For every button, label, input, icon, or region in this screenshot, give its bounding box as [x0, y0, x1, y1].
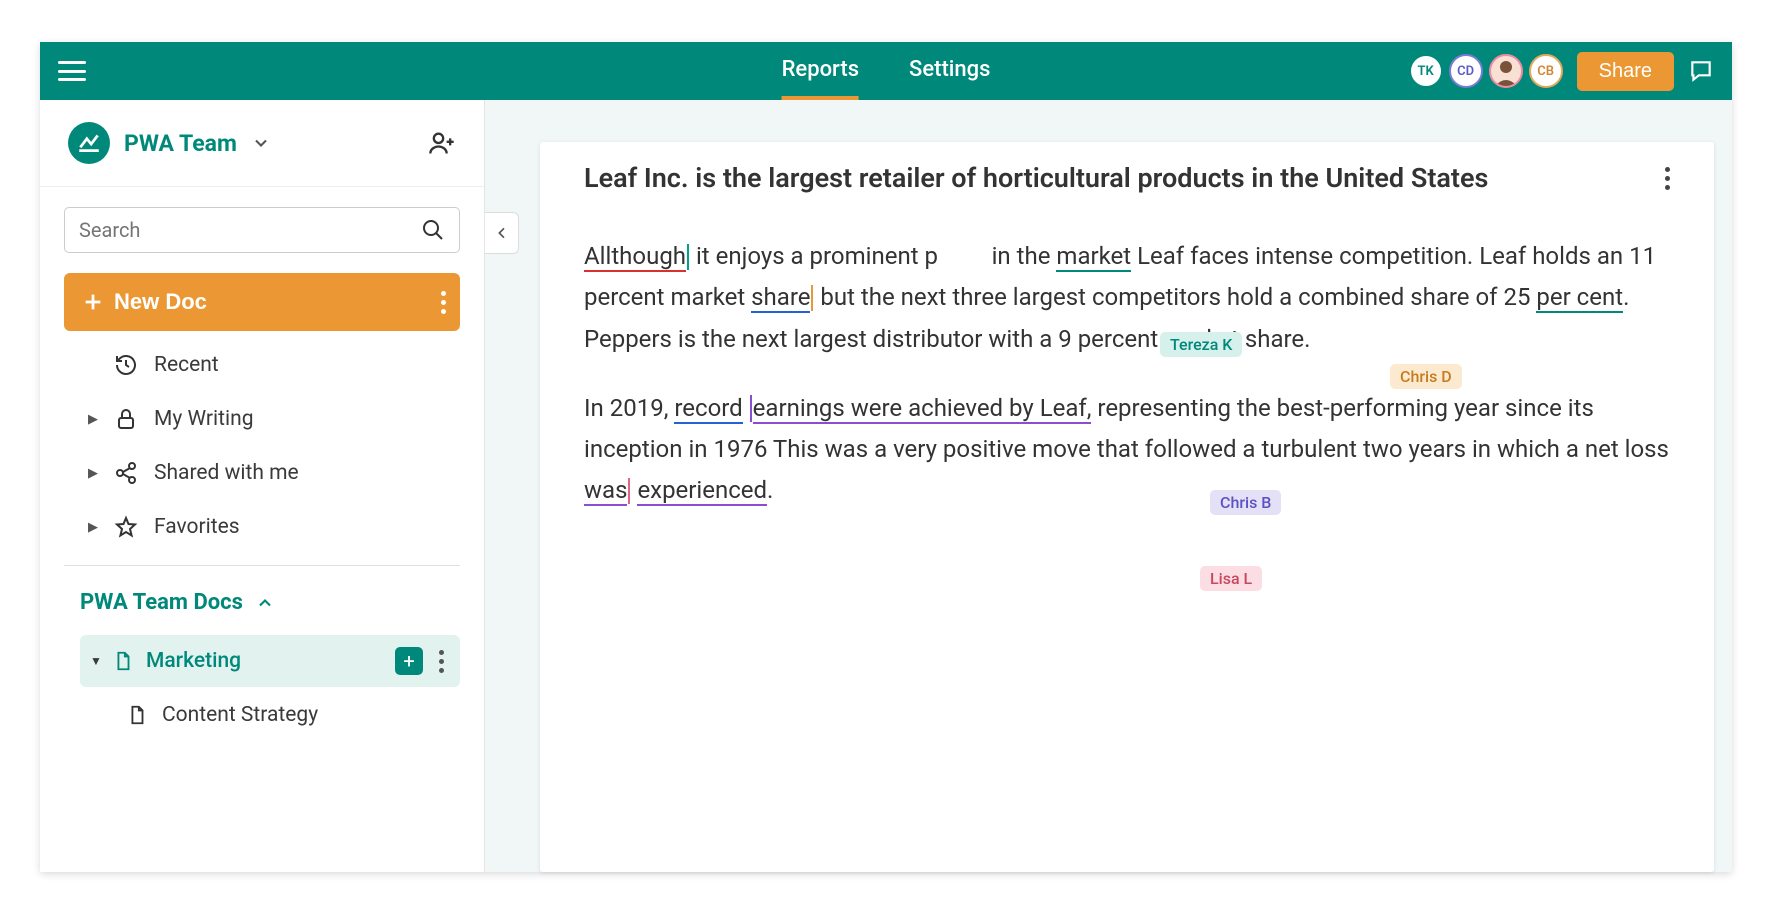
new-doc-row: New Doc	[40, 273, 484, 331]
new-doc-label: New Doc	[114, 289, 207, 315]
doc-label: Content Strategy	[162, 703, 318, 727]
chat-icon[interactable]	[1688, 58, 1714, 84]
caret-down-icon[interactable]: ▼	[90, 654, 100, 668]
avatar[interactable]: CB	[1529, 54, 1563, 88]
section-team-docs[interactable]: PWA Team Docs	[40, 566, 484, 629]
sidebar-item-label: Recent	[154, 353, 219, 377]
lock-icon	[114, 407, 138, 431]
document-menu-icon[interactable]	[1665, 167, 1670, 190]
search-box[interactable]	[64, 207, 460, 253]
document-title-row: Leaf Inc. is the largest retailer of hor…	[584, 162, 1670, 194]
share-icon	[114, 461, 138, 485]
star-icon	[114, 515, 138, 539]
folder-marketing[interactable]: ▼ Marketing +	[80, 635, 460, 687]
collab-cursor-label: Tereza K	[1160, 332, 1242, 357]
topbar-right: TK CD Lisa L CB Share	[1409, 52, 1714, 91]
caret-right-icon[interactable]: ▶	[88, 520, 98, 535]
text-run: in the	[986, 242, 1057, 270]
sidebar-item-my-writing[interactable]: ▶ My Writing	[88, 407, 460, 431]
text-run: .	[767, 476, 773, 504]
sidebar-item-label: Favorites	[154, 515, 240, 539]
app-frame: Reports Settings TK CD Lisa L CB Share	[40, 42, 1732, 872]
spelling-error[interactable]: Allthough	[584, 242, 686, 272]
collab-cursor-label: Chris B	[1210, 490, 1281, 515]
top-tabs: Reports Settings	[782, 43, 991, 100]
avatar[interactable]: TK	[1409, 54, 1443, 88]
paragraph[interactable]: In 2019, record earnings were achieved b…	[584, 388, 1670, 512]
grammar-mark[interactable]: earnings were achieved by Leaf,	[753, 394, 1092, 424]
topbar: Reports Settings TK CD Lisa L CB Share	[40, 42, 1732, 100]
collapse-sidebar-button[interactable]	[485, 212, 519, 254]
text-run: it enjoys a prominent p	[690, 242, 938, 270]
menu-icon[interactable]	[58, 61, 86, 81]
history-icon	[114, 353, 138, 377]
nav-list: Recent ▶ My Writing ▶ Shared with me ▶ F…	[40, 331, 484, 539]
folder-label: Marketing	[146, 649, 241, 673]
sidebar-item-favorites[interactable]: ▶ Favorites	[88, 515, 460, 539]
folder-menu-icon[interactable]	[435, 650, 448, 673]
grammar-mark[interactable]: record	[674, 394, 742, 424]
sidebar-item-recent[interactable]: Recent	[88, 353, 460, 377]
team-name: PWA Team	[124, 130, 237, 157]
search-icon[interactable]	[421, 218, 445, 242]
sidebar: PWA Team New Doc	[40, 100, 485, 872]
team-logo-icon	[68, 122, 110, 164]
tab-reports[interactable]: Reports	[782, 43, 859, 100]
caret-right-icon[interactable]: ▶	[88, 466, 98, 481]
collab-cursor	[687, 244, 689, 270]
caret-right-icon[interactable]: ▶	[88, 412, 98, 427]
grammar-mark[interactable]: experienced	[637, 476, 767, 506]
new-doc-menu-icon[interactable]	[441, 291, 446, 314]
document-title[interactable]: Leaf Inc. is the largest retailer of hor…	[584, 162, 1653, 194]
section-title: PWA Team Docs	[80, 590, 243, 615]
folder-add-button[interactable]: +	[395, 647, 423, 675]
doc-content-strategy[interactable]: Content Strategy	[40, 691, 484, 739]
grammar-mark[interactable]: market	[1056, 242, 1131, 272]
add-person-icon[interactable]	[428, 129, 456, 157]
document-body[interactable]: Allthough it enjoys a prominent p in the…	[584, 236, 1670, 512]
text-run: In 2019,	[584, 394, 674, 422]
chevron-up-icon[interactable]	[255, 593, 275, 613]
collab-cursor	[750, 395, 752, 421]
sidebar-item-label: Shared with me	[154, 461, 299, 485]
share-button[interactable]: Share	[1577, 52, 1674, 91]
grammar-mark[interactable]: per cent	[1536, 283, 1623, 313]
paragraph[interactable]: Allthough it enjoys a prominent p in the…	[584, 236, 1670, 360]
grammar-mark[interactable]: share	[751, 283, 810, 313]
text-run: but the next three largest competitors h…	[814, 283, 1536, 311]
document-panel: Leaf Inc. is the largest retailer of hor…	[540, 142, 1714, 872]
new-doc-button[interactable]: New Doc	[64, 273, 460, 331]
sidebar-item-shared[interactable]: ▶ Shared with me	[88, 461, 460, 485]
chevron-down-icon[interactable]	[251, 133, 271, 153]
collab-cursor-label: Lisa L	[1200, 566, 1262, 591]
sidebar-item-label: My Writing	[154, 407, 253, 431]
document-icon	[112, 650, 134, 672]
team-switcher[interactable]: PWA Team	[40, 100, 484, 187]
grammar-mark[interactable]: was	[584, 476, 627, 506]
collab-cursor-label: Chris D	[1390, 364, 1462, 389]
collaborator-avatars: TK CD Lisa L CB	[1409, 54, 1563, 88]
document-icon	[126, 704, 148, 726]
avatar[interactable]: CD	[1449, 54, 1483, 88]
search-row	[40, 187, 484, 273]
tab-settings[interactable]: Settings	[909, 43, 990, 100]
search-input[interactable]	[79, 218, 411, 242]
avatar[interactable]: Lisa L	[1489, 54, 1523, 88]
text-run	[743, 394, 749, 422]
